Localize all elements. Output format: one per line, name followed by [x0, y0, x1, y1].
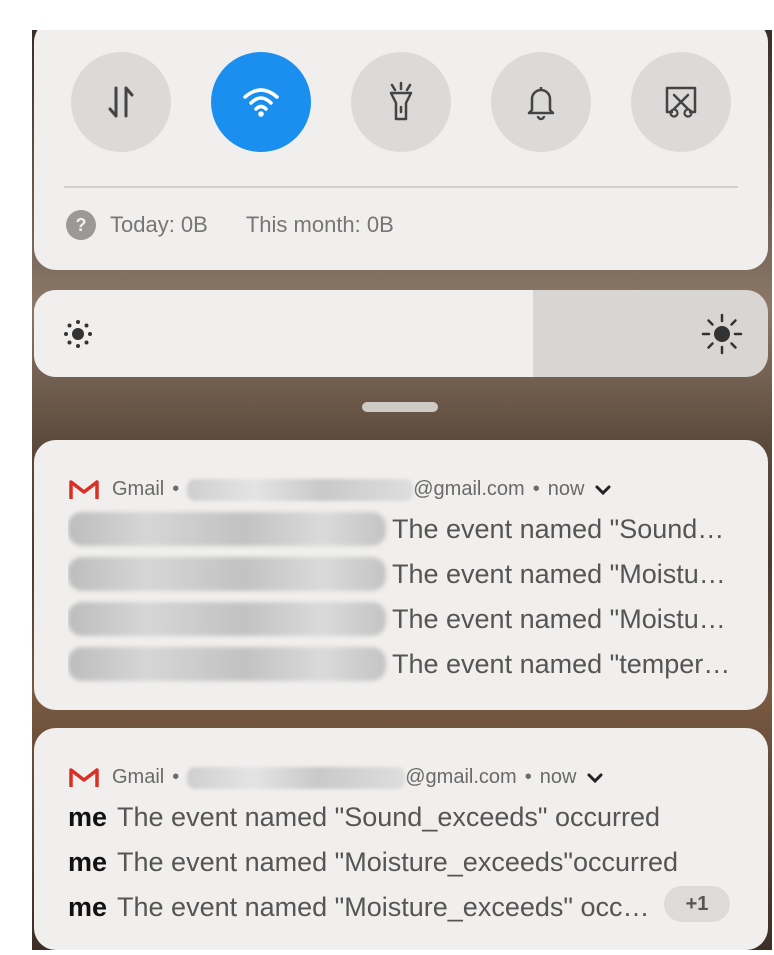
- time: now: [547, 478, 585, 500]
- wifi-icon: [243, 88, 279, 117]
- chevron-down-icon[interactable]: [584, 771, 606, 785]
- sender-name: me: [68, 801, 108, 832]
- gmail-icon: [69, 767, 99, 787]
- redacted-sender: [68, 512, 386, 546]
- separator: •: [524, 766, 532, 788]
- separator: •: [172, 478, 180, 500]
- sender-name: me: [68, 846, 108, 877]
- message-text: The event named "Moisture_exceeds": [392, 558, 732, 589]
- account-suffix: @gmail.com: [413, 478, 525, 500]
- list-item[interactable]: The event named "Moisture_exceeds": [68, 553, 732, 595]
- list-item[interactable]: me The event named "Moisture_exceeds"occ…: [68, 841, 732, 883]
- gmail-notification-1[interactable]: Gmail • @gmail.com • now The event named…: [34, 440, 768, 710]
- gmail-icon: [69, 479, 99, 499]
- chevron-down-icon[interactable]: [592, 483, 614, 497]
- screenshot-icon: [665, 86, 697, 118]
- time: now: [539, 766, 577, 788]
- redacted-account: [187, 766, 406, 789]
- redacted-sender: [68, 557, 386, 591]
- sound-toggle[interactable]: [491, 52, 591, 152]
- usage-today: Today: 0B: [110, 212, 208, 237]
- divider: [64, 186, 738, 188]
- message-text: The event named "Sound_exceeds": [392, 513, 732, 544]
- notification-header: Gmail • @gmail.com • now: [68, 766, 606, 789]
- flashlight-icon: [389, 81, 413, 121]
- redacted-sender: [68, 647, 386, 681]
- mobile-data-toggle[interactable]: [71, 52, 171, 152]
- help-icon: ?: [66, 210, 96, 240]
- quick-settings-panel: ? Today: 0B This month: 0B: [34, 30, 768, 270]
- wifi-toggle[interactable]: [211, 52, 311, 152]
- list-item[interactable]: me The event named "Moisture_exceeds" oc…: [68, 886, 650, 928]
- brightness-low-icon: [64, 320, 92, 348]
- message-text: The event named "Sound_exceeds" occurred: [117, 801, 661, 832]
- app-name: Gmail: [112, 478, 165, 500]
- brightness-high-icon: [701, 313, 743, 355]
- list-item[interactable]: The event named "Moisture_exceeds": [68, 598, 732, 640]
- redacted-account: [187, 478, 414, 501]
- notification-shade: ? Today: 0B This month: 0B Gmail • @gmai…: [32, 30, 772, 950]
- sender-name: me: [68, 891, 108, 922]
- list-item[interactable]: The event named "temperature": [68, 643, 732, 685]
- message-text: The event named "Moisture_exceeds": [392, 603, 732, 634]
- mobile-data-icon: [108, 86, 134, 118]
- notification-header: Gmail • @gmail.com • now: [68, 478, 614, 501]
- message-text: The event named "Moisture_exceeds"occurr…: [117, 846, 678, 877]
- message-text: The event named "temperature": [392, 648, 732, 679]
- account-suffix: @gmail.com: [405, 766, 517, 788]
- list-item[interactable]: me The event named "Sound_exceeds" occur…: [68, 796, 732, 838]
- gmail-notification-2[interactable]: Gmail • @gmail.com • now me The event na…: [34, 728, 768, 950]
- app-name: Gmail: [112, 766, 165, 788]
- flashlight-toggle[interactable]: [351, 52, 451, 152]
- brightness-fill: [34, 290, 534, 377]
- data-usage[interactable]: ? Today: 0B This month: 0B: [66, 210, 394, 240]
- separator: •: [172, 766, 180, 788]
- drag-handle[interactable]: [362, 402, 438, 412]
- bell-icon: [527, 87, 555, 121]
- screenshot-toggle[interactable]: [631, 52, 731, 152]
- list-item[interactable]: The event named "Sound_exceeds": [68, 508, 732, 550]
- redacted-sender: [68, 602, 386, 636]
- more-count-badge[interactable]: +1: [664, 886, 730, 922]
- separator: •: [532, 478, 540, 500]
- message-text: The event named "Moisture_exceeds" occur…: [117, 891, 650, 922]
- brightness-slider[interactable]: [34, 290, 768, 377]
- usage-month: This month: 0B: [245, 212, 394, 237]
